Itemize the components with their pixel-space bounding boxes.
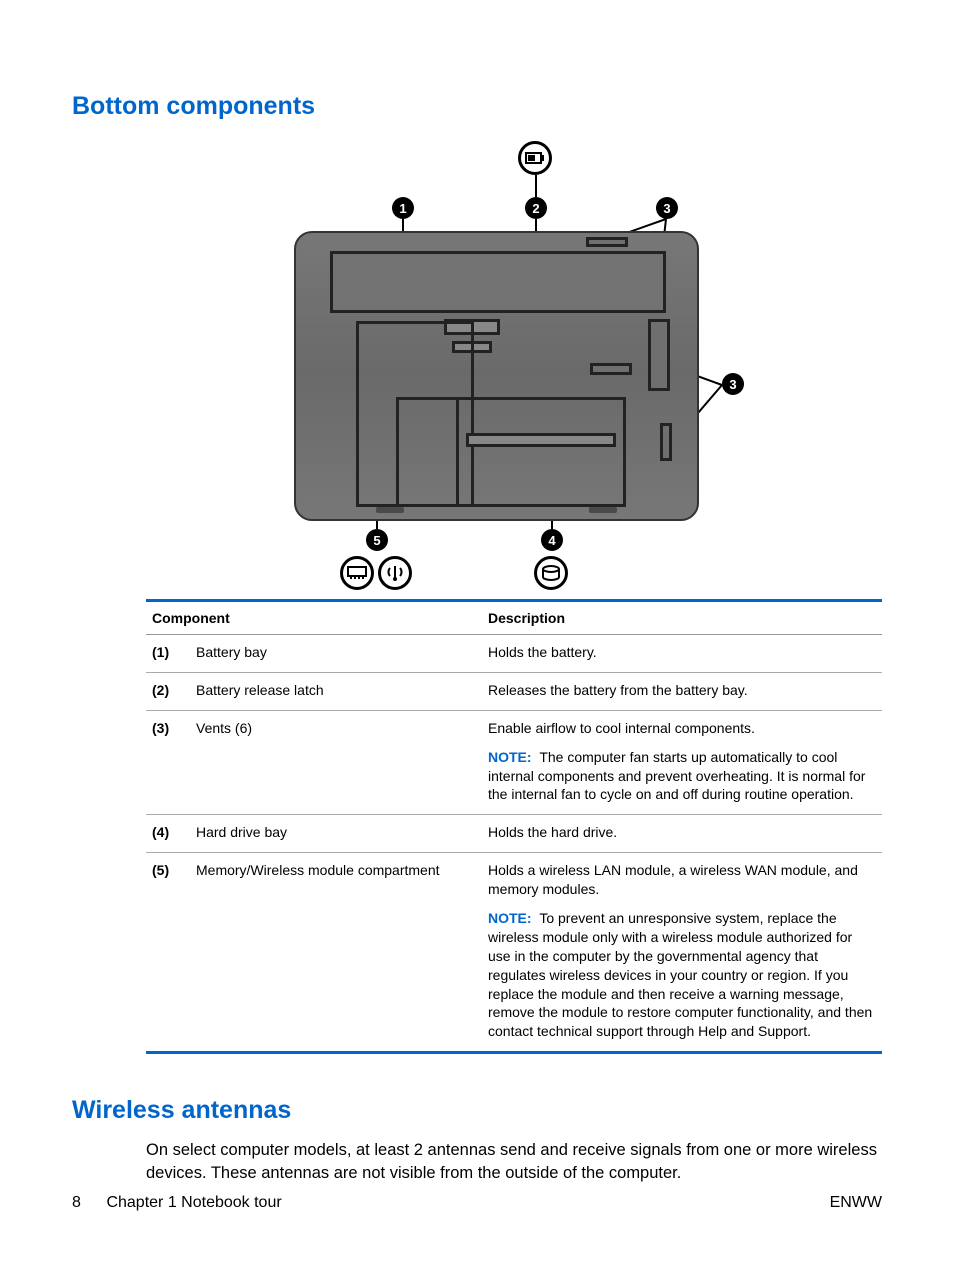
battery-icon bbox=[518, 141, 552, 175]
row-desc: Holds a wireless LAN module, a wireless … bbox=[482, 853, 882, 1053]
row-desc: Holds the hard drive. bbox=[482, 815, 882, 853]
foot bbox=[376, 507, 404, 513]
note-text: To prevent an unresponsive system, repla… bbox=[488, 910, 872, 1039]
callout-1: 1 bbox=[392, 197, 414, 219]
foot bbox=[589, 507, 617, 513]
callout-3-top: 3 bbox=[656, 197, 678, 219]
components-table: Component Description (1) Battery bay Ho… bbox=[146, 599, 882, 1054]
table-row: (4) Hard drive bay Holds the hard drive. bbox=[146, 815, 882, 853]
table-row: (2) Battery release latch Releases the b… bbox=[146, 672, 882, 710]
diagram-bottom-components: 1 2 3 3 4 5 bbox=[132, 141, 882, 591]
wireless-icon bbox=[378, 556, 412, 590]
note-text: The computer fan starts up automatically… bbox=[488, 749, 865, 803]
callout-5: 5 bbox=[366, 529, 388, 551]
row-desc: Holds the battery. bbox=[482, 635, 882, 673]
row-index: (3) bbox=[146, 710, 190, 815]
row-name: Battery release latch bbox=[190, 672, 482, 710]
battery-bay-outline bbox=[330, 251, 666, 313]
row-name: Vents (6) bbox=[190, 710, 482, 815]
vent-outline bbox=[590, 363, 632, 375]
hard-drive-icon bbox=[534, 556, 568, 590]
hard-drive-strip bbox=[466, 433, 616, 447]
wireless-body-text: On select computer models, at least 2 an… bbox=[146, 1139, 882, 1184]
callout-4: 4 bbox=[541, 529, 563, 551]
vent-outline bbox=[660, 423, 672, 461]
callout-2: 2 bbox=[525, 197, 547, 219]
vent-outline bbox=[586, 237, 628, 247]
chapter-label: Chapter 1 Notebook tour bbox=[106, 1194, 281, 1211]
row-index: (1) bbox=[146, 635, 190, 673]
table-row: (1) Battery bay Holds the battery. bbox=[146, 635, 882, 673]
footer-right: ENWW bbox=[830, 1194, 882, 1212]
th-component: Component bbox=[146, 601, 482, 635]
row-desc: Releases the battery from the battery ba… bbox=[482, 672, 882, 710]
row-index: (4) bbox=[146, 815, 190, 853]
memory-icon bbox=[340, 556, 374, 590]
row-desc: Enable airflow to cool internal componen… bbox=[482, 710, 882, 815]
row-index: (2) bbox=[146, 672, 190, 710]
heading-bottom-components: Bottom components bbox=[72, 92, 882, 121]
page-number: 8 bbox=[72, 1194, 102, 1212]
row-index: (5) bbox=[146, 853, 190, 1053]
page-footer: 8 Chapter 1 Notebook tour ENWW bbox=[72, 1194, 882, 1212]
note-label: NOTE: bbox=[488, 749, 532, 765]
heading-wireless-antennas: Wireless antennas bbox=[72, 1096, 882, 1125]
note-label: NOTE: bbox=[488, 910, 532, 926]
hard-drive-bay-outline bbox=[456, 397, 626, 507]
callout-3-side: 3 bbox=[722, 373, 744, 395]
th-description: Description bbox=[482, 601, 882, 635]
vent-outline bbox=[648, 319, 670, 391]
row-name: Battery bay bbox=[190, 635, 482, 673]
laptop-bottom-view bbox=[294, 231, 699, 521]
table-row: (3) Vents (6) Enable airflow to cool int… bbox=[146, 710, 882, 815]
row-name: Hard drive bay bbox=[190, 815, 482, 853]
table-row: (5) Memory/Wireless module compartment H… bbox=[146, 853, 882, 1053]
row-name: Memory/Wireless module compartment bbox=[190, 853, 482, 1053]
